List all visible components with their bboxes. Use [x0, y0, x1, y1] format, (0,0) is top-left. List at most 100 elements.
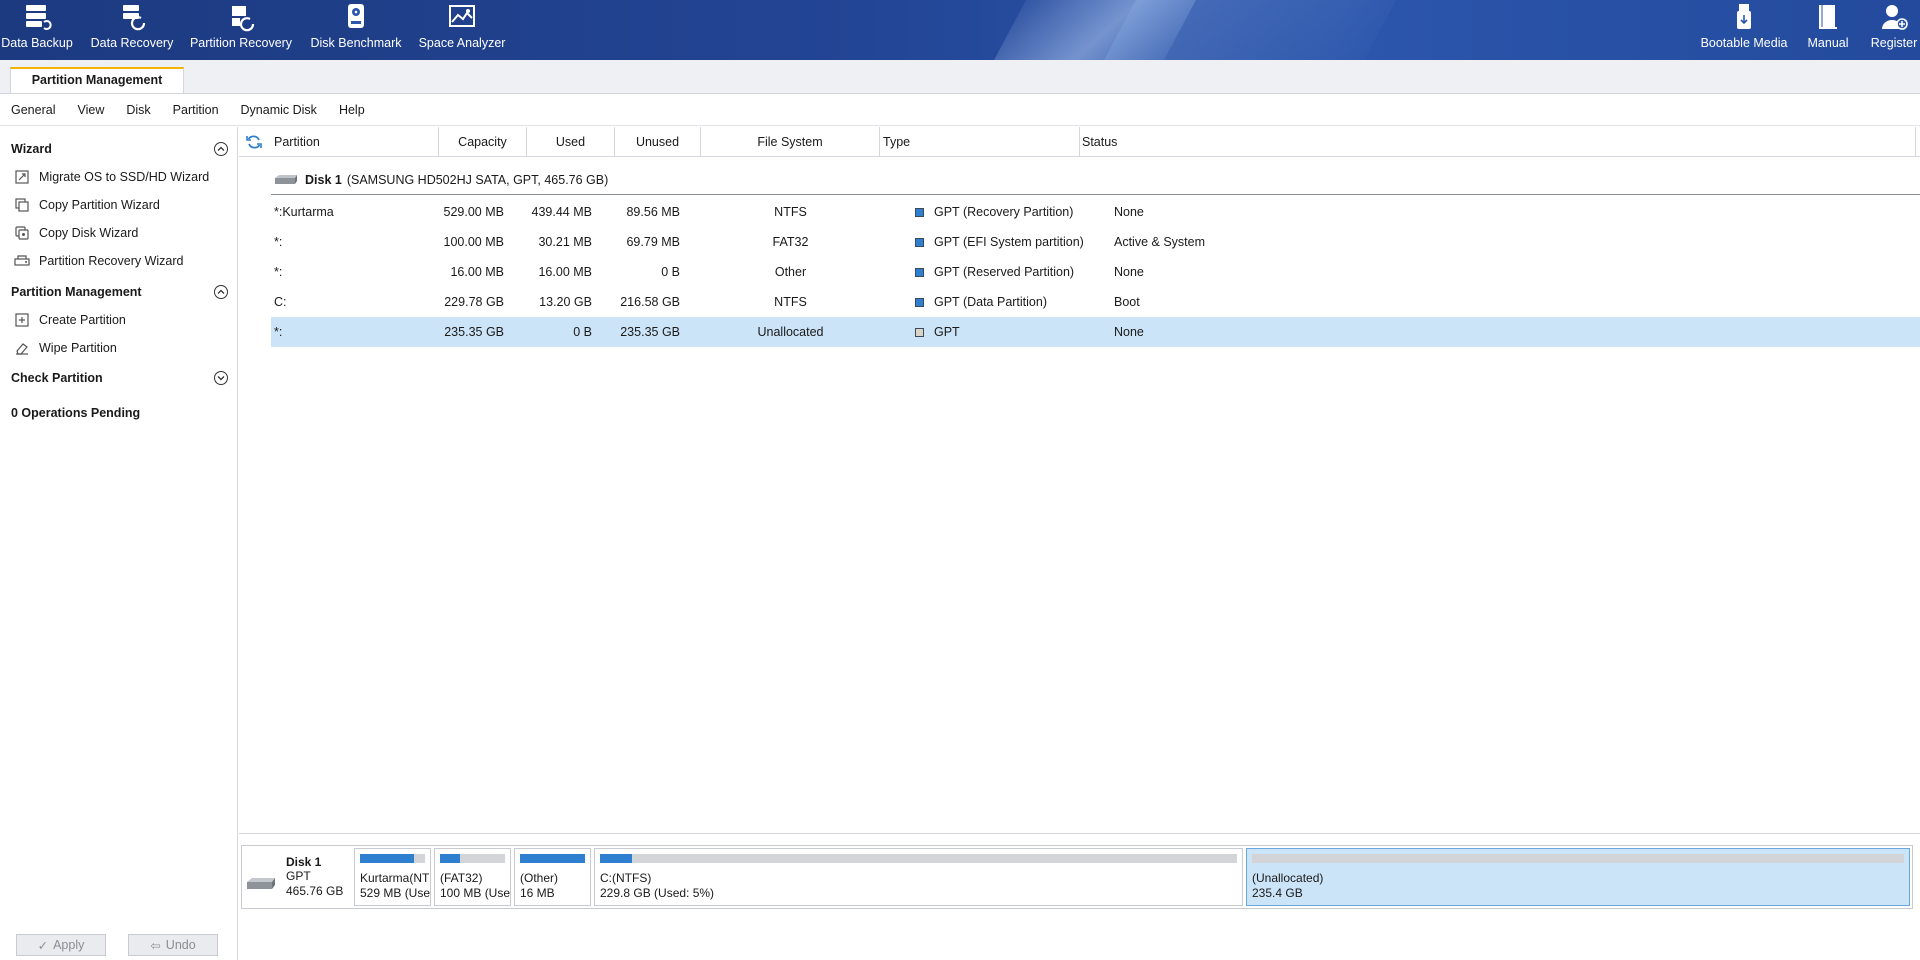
menu-partition[interactable]: Partition [173, 103, 219, 117]
partition-size: 235.4 GB [1252, 886, 1303, 900]
refresh-icon[interactable] [246, 134, 262, 150]
collapse-wizard-button[interactable] [214, 142, 228, 156]
usage-bar-fill [600, 854, 632, 863]
partition-size: 100 MB (Used: 30%) [440, 886, 511, 900]
usage-bar [600, 854, 1237, 863]
menu-dynamic-disk[interactable]: Dynamic Disk [241, 103, 317, 117]
data-backup-button[interactable]: Data Backup [1, 0, 73, 60]
register-button[interactable]: Register [1868, 0, 1920, 60]
partition-label: (Unallocated) [1252, 871, 1324, 885]
bootable-media-button[interactable]: Bootable Media [1700, 0, 1788, 60]
disk-map-disk-info[interactable]: Disk 1 GPT 465.76 GB [242, 846, 350, 908]
wipe-partition-item[interactable]: Wipe Partition [14, 340, 117, 356]
chevron-up-icon [217, 289, 225, 294]
partition-type-color-swatch [915, 268, 924, 277]
cell-partition: *:Kurtarma [274, 205, 334, 219]
cell-capacity: 16.00 MB [450, 265, 504, 279]
space-analyzer-button[interactable]: Space Analyzer [419, 0, 505, 60]
copy-disk-wizard[interactable]: Copy Disk Wizard [14, 225, 138, 241]
copy-partition-icon [14, 197, 30, 213]
disk-map-partition[interactable]: (FAT32) 100 MB (Used: 30%) [434, 848, 511, 906]
usage-bar [1252, 854, 1904, 863]
expand-check-partition-button[interactable] [214, 371, 228, 385]
disk-benchmark-icon [341, 2, 371, 32]
toolbar-label: Disk Benchmark [310, 36, 402, 50]
cell-file-system: Unallocated [757, 325, 824, 339]
column-partition[interactable]: Partition [271, 127, 439, 157]
cell-partition: *: [274, 325, 283, 339]
disk-map-disk-name: Disk 1 [286, 855, 322, 869]
hard-disk-icon [273, 173, 299, 187]
table-row[interactable]: *: 100.00 MB 30.21 MB 69.79 MB FAT32 GPT… [271, 227, 1920, 257]
usage-bar [440, 854, 505, 863]
cell-type: GPT (Reserved Partition) [934, 265, 1075, 279]
column-capacity[interactable]: Capacity [439, 127, 527, 157]
disk-map-partition[interactable]: (Other) 16 MB [514, 848, 591, 906]
manual-button[interactable]: Manual [1804, 0, 1852, 60]
data-recovery-button[interactable]: Data Recovery [91, 0, 173, 60]
partition-label: (FAT32) [440, 871, 483, 885]
cell-status: None [1114, 265, 1144, 279]
table-row[interactable]: *: 16.00 MB 16.00 MB 0 B Other GPT (Rese… [271, 257, 1920, 287]
menu-disk[interactable]: Disk [126, 103, 150, 117]
menu-view[interactable]: View [77, 103, 104, 117]
undo-label: Undo [165, 938, 196, 952]
cell-status: Boot [1114, 295, 1140, 309]
wizard-item-label: Copy Partition Wizard [39, 198, 160, 212]
top-toolbar: Data Backup Data Recovery Partition Reco… [0, 0, 1920, 60]
column-file-system[interactable]: File System [701, 127, 880, 157]
undo-button[interactable]: ⇦ Undo [128, 934, 218, 956]
hard-disk-icon [245, 876, 277, 892]
disk-map-disk-size: 465.76 GB [286, 884, 344, 898]
eraser-icon [14, 340, 30, 356]
usage-bar-fill [520, 854, 585, 863]
partition-management-section-title: Partition Management [11, 285, 142, 299]
tab-partition-management[interactable]: Partition Management [10, 67, 184, 93]
partition-type-color-swatch [915, 298, 924, 307]
partition-size: 16 MB [520, 886, 555, 900]
menu-general[interactable]: General [11, 103, 55, 117]
disk-map: Disk 1 GPT 465.76 GB Kurtarma(NTFS) 529 … [239, 833, 1920, 960]
partition-type-color-swatch [915, 328, 924, 337]
table-row[interactable]: C: 229.78 GB 13.20 GB 216.58 GB NTFS GPT… [271, 287, 1920, 317]
disk-row[interactable]: Disk 1 (SAMSUNG HD502HJ SATA, GPT, 465.7… [271, 165, 1920, 195]
migrate-os-icon [14, 169, 30, 185]
column-type[interactable]: Type [880, 127, 1080, 157]
partition-recovery-wizard[interactable]: Partition Recovery Wizard [14, 253, 184, 269]
partition-recovery-button[interactable]: Partition Recovery [190, 0, 292, 60]
table-row-selected[interactable]: *: 235.35 GB 0 B 235.35 GB Unallocated G… [271, 317, 1920, 347]
column-used[interactable]: Used [527, 127, 615, 157]
migrate-os-wizard[interactable]: Migrate OS to SSD/HD Wizard [14, 169, 209, 185]
left-panel: Wizard Migrate OS to SSD/HD Wizard Copy … [0, 127, 238, 960]
partition-table: Partition Capacity Used Unused File Syst… [239, 127, 1920, 832]
check-icon: ✓ [37, 938, 49, 953]
toolbar-label: Data Backup [1, 36, 73, 50]
collapse-partition-management-button[interactable] [214, 285, 228, 299]
cell-used: 439.44 MB [531, 205, 592, 219]
apply-button[interactable]: ✓ Apply [16, 934, 106, 956]
column-unused[interactable]: Unused [615, 127, 701, 157]
cell-capacity: 235.35 GB [444, 325, 504, 339]
menu-bar: General View Disk Partition Dynamic Disk… [0, 94, 1920, 126]
menu-help[interactable]: Help [339, 103, 365, 117]
data-recovery-icon [117, 2, 147, 32]
chevron-down-icon [217, 376, 225, 381]
create-partition-item[interactable]: Create Partition [14, 312, 126, 328]
cell-file-system: NTFS [774, 295, 807, 309]
apply-label: Apply [53, 938, 85, 952]
table-row[interactable]: *:Kurtarma 529.00 MB 439.44 MB 89.56 MB … [271, 197, 1920, 227]
cell-partition: *: [274, 265, 283, 279]
cell-capacity: 100.00 MB [443, 235, 504, 249]
column-status[interactable]: Status [1080, 127, 1916, 157]
disk-detail: (SAMSUNG HD502HJ SATA, GPT, 465.76 GB) [346, 172, 609, 187]
cell-capacity: 529.00 MB [443, 205, 504, 219]
partition-size: 529 MB (Used: 83%) [360, 886, 431, 900]
disk-map-partition[interactable]: Kurtarma(NTFS) 529 MB (Used: 83%) [354, 848, 431, 906]
disk-map-partition-selected[interactable]: (Unallocated) 235.4 GB [1246, 848, 1910, 906]
partition-recovery-icon [14, 253, 30, 269]
create-partition-icon [14, 312, 30, 328]
disk-benchmark-button[interactable]: Disk Benchmark [310, 0, 402, 60]
disk-map-partition[interactable]: C:(NTFS) 229.8 GB (Used: 5%) [594, 848, 1243, 906]
copy-disk-icon [14, 225, 30, 241]
copy-partition-wizard[interactable]: Copy Partition Wizard [14, 197, 160, 213]
